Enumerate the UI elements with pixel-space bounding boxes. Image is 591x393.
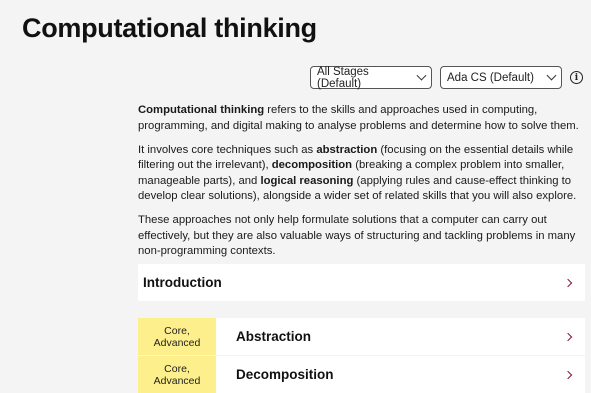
level-badge: Core, Advanced bbox=[138, 318, 216, 355]
chevron-down-icon bbox=[546, 70, 557, 81]
chevron-right-icon bbox=[563, 278, 573, 287]
topic-card-decomposition[interactable]: Core, Advanced Decomposition bbox=[138, 356, 585, 393]
stages-select[interactable]: All Stages (Default) bbox=[310, 65, 432, 90]
term-logical-reasoning: logical reasoning bbox=[260, 174, 354, 187]
info-icon[interactable]: i bbox=[570, 71, 583, 84]
level-badge: Core, Advanced bbox=[138, 356, 216, 393]
paragraph-3: These approaches not only help formulate… bbox=[138, 214, 576, 257]
curriculum-select[interactable]: Ada CS (Default) bbox=[440, 66, 562, 89]
stages-select-value: All Stages (Default) bbox=[317, 65, 369, 90]
term-decomposition: decomposition bbox=[271, 159, 353, 171]
topic-title: Decomposition bbox=[236, 367, 334, 382]
chevron-right-icon bbox=[563, 370, 573, 379]
term-abstraction: abstraction bbox=[316, 143, 378, 156]
filter-bar: All Stages (Default) Ada CS (Default) i bbox=[310, 65, 583, 90]
page-title: Computational thinking bbox=[22, 13, 317, 43]
topic-title: Abstraction bbox=[236, 329, 312, 344]
intro-text: Computational thinking refers to the ski… bbox=[138, 103, 583, 268]
introduction-title: Introduction bbox=[143, 275, 222, 290]
curriculum-select-value: Ada CS (Default) bbox=[447, 71, 534, 84]
chevron-right-icon bbox=[563, 332, 573, 341]
paragraph-1: Computational thinking refers to the ski… bbox=[138, 104, 579, 132]
chevron-down-icon bbox=[416, 70, 427, 81]
term-computational-thinking: Computational thinking bbox=[138, 104, 265, 116]
topic-card-abstraction[interactable]: Core, Advanced Abstraction bbox=[138, 318, 585, 355]
paragraph-2: It involves core techniques such as abst… bbox=[138, 143, 577, 203]
introduction-card[interactable]: Introduction bbox=[138, 264, 585, 301]
